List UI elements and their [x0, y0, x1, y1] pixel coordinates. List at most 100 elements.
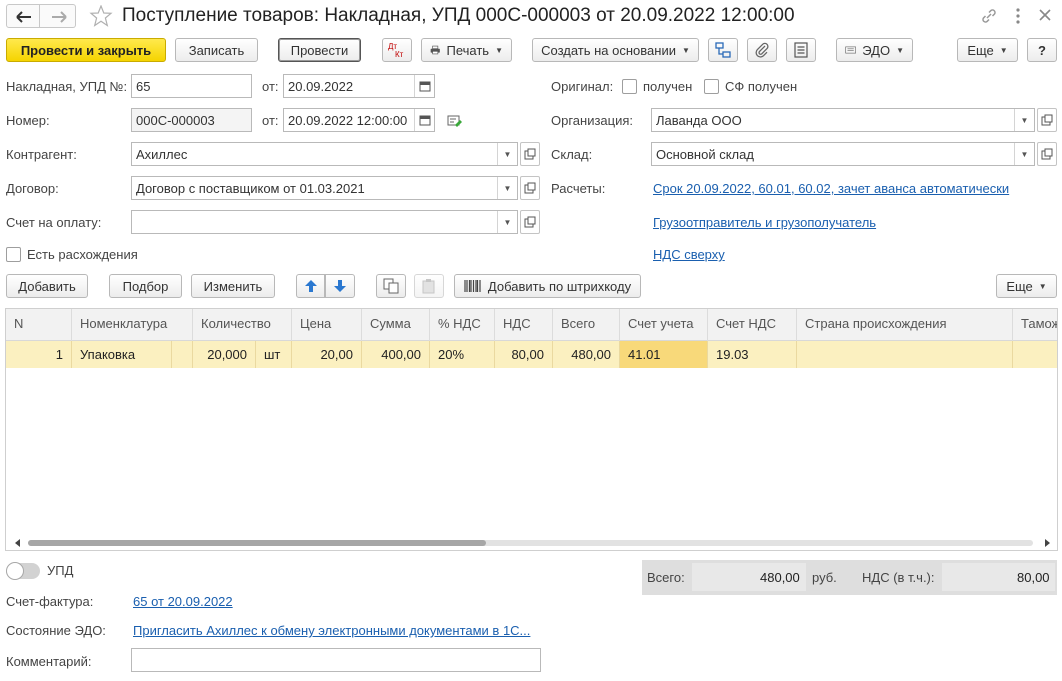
- warehouse-field[interactable]: Основной склад ▼: [651, 142, 1035, 166]
- organization-field[interactable]: Лаванда ООО ▼: [651, 108, 1035, 132]
- shipper-consignee-link[interactable]: Грузоотправитель и грузополучатель: [653, 215, 876, 230]
- edo-button[interactable]: ЭДО ▼: [836, 38, 913, 62]
- table-row[interactable]: 1 Упаковка 20,000 шт 20,00 400,00 20% 80…: [6, 341, 1057, 368]
- calendar-button[interactable]: [414, 75, 434, 97]
- paste-button[interactable]: [414, 274, 444, 298]
- counterparty-dropdown[interactable]: ▼: [497, 143, 517, 165]
- add-by-barcode-button[interactable]: Добавить по штрихкоду: [454, 274, 641, 298]
- cell-item[interactable]: Упаковка: [72, 341, 172, 368]
- cell-vat-account[interactable]: 19.03: [708, 341, 797, 368]
- cell-qty[interactable]: 20,000: [193, 341, 256, 368]
- move-down-button[interactable]: [325, 274, 355, 298]
- totals-panel: Всего: 480,00 руб. НДС (в т.ч.): 80,00: [642, 560, 1057, 595]
- add-row-button[interactable]: Добавить: [6, 274, 88, 298]
- col-header-qty[interactable]: Количество: [193, 309, 292, 341]
- comment-label: Комментарий:: [6, 654, 92, 669]
- post-and-close-button[interactable]: Провести и закрыть: [6, 38, 166, 62]
- cell-item-extra[interactable]: [172, 341, 193, 368]
- discrepancy-checkbox[interactable]: [6, 247, 21, 262]
- contract-dropdown[interactable]: ▼: [497, 177, 517, 199]
- cell-price[interactable]: 20,00: [292, 341, 362, 368]
- payment-invoice-field[interactable]: ▼: [131, 210, 518, 234]
- invoice-no-field[interactable]: 65: [131, 74, 252, 98]
- original-received-checkbox[interactable]: [622, 79, 637, 94]
- scroll-right-icon[interactable]: [1043, 539, 1051, 547]
- counterparty-open-button[interactable]: [520, 142, 540, 166]
- settlements-label: Расчеты:: [551, 181, 606, 196]
- dt-kt-button[interactable]: Дт Кт: [382, 38, 412, 62]
- col-header-sum[interactable]: Сумма: [362, 309, 430, 341]
- col-header-vat-rate[interactable]: % НДС: [430, 309, 495, 341]
- sf-received-checkbox[interactable]: [704, 79, 719, 94]
- col-header-item[interactable]: Номенклатура: [72, 309, 193, 341]
- attach-button[interactable]: [747, 38, 777, 62]
- col-header-vat-account[interactable]: Счет НДС: [708, 309, 797, 341]
- edo-state-label: Состояние ЭДО:: [6, 623, 106, 638]
- cell-unit[interactable]: шт: [256, 341, 292, 368]
- cell-vat[interactable]: 80,00: [495, 341, 553, 368]
- payment-invoice-open-button[interactable]: [520, 210, 540, 234]
- counterparty-field[interactable]: Ахиллес ▼: [131, 142, 518, 166]
- number-field[interactable]: 000С-000003: [131, 108, 252, 132]
- cell-total[interactable]: 480,00: [553, 341, 620, 368]
- col-header-n[interactable]: N: [6, 309, 72, 341]
- calendar-button[interactable]: [414, 109, 434, 131]
- cell-customs[interactable]: [1013, 341, 1057, 368]
- invoice-link[interactable]: 65 от 20.09.2022: [133, 594, 233, 609]
- contract-open-button[interactable]: [520, 176, 540, 200]
- col-header-vat[interactable]: НДС: [495, 309, 553, 341]
- arrow-left-icon: [16, 11, 31, 23]
- copy-row-button[interactable]: [376, 274, 406, 298]
- vat-on-top-link[interactable]: НДС сверху: [653, 247, 725, 262]
- kebab-menu-icon[interactable]: [1010, 6, 1026, 26]
- print-button[interactable]: Печать ▼: [421, 38, 512, 62]
- clipboard-icon: [422, 279, 435, 294]
- col-header-price[interactable]: Цена: [292, 309, 362, 341]
- organization-dropdown[interactable]: ▼: [1014, 109, 1034, 131]
- table-more-button[interactable]: Еще ▼: [996, 274, 1057, 298]
- comment-field[interactable]: [131, 648, 541, 672]
- report-button[interactable]: [786, 38, 816, 62]
- cell-country[interactable]: [797, 341, 1013, 368]
- payment-invoice-dropdown[interactable]: ▼: [497, 211, 517, 233]
- cell-sum[interactable]: 400,00: [362, 341, 430, 368]
- scrollbar-thumb[interactable]: [28, 540, 486, 546]
- save-button[interactable]: Записать: [175, 38, 258, 62]
- create-based-on-button[interactable]: Создать на основании ▼: [532, 38, 699, 62]
- favorite-star-icon[interactable]: [89, 5, 113, 27]
- col-header-customs[interactable]: Тамож: [1013, 309, 1057, 341]
- more-button[interactable]: Еще ▼: [957, 38, 1018, 62]
- contract-field[interactable]: Договор с поставщиком от 01.03.2021 ▼: [131, 176, 518, 200]
- help-button[interactable]: ?: [1027, 38, 1057, 62]
- forward-button[interactable]: [40, 4, 76, 28]
- col-header-account[interactable]: Счет учета: [620, 309, 708, 341]
- post-button[interactable]: Провести: [278, 38, 361, 62]
- col-header-country[interactable]: Страна происхождения: [797, 309, 1013, 341]
- warehouse-open-button[interactable]: [1037, 142, 1057, 166]
- cell-n[interactable]: 1: [6, 341, 72, 368]
- cell-account[interactable]: 41.01: [620, 341, 708, 368]
- total-value: 480,00: [760, 570, 800, 585]
- cell-vat-rate[interactable]: 20%: [430, 341, 495, 368]
- scroll-left-icon[interactable]: [14, 539, 22, 547]
- link-icon[interactable]: [980, 7, 998, 25]
- organization-open-button[interactable]: [1037, 108, 1057, 132]
- number-date-field[interactable]: 20.09.2022 12:00:00: [283, 108, 435, 132]
- upd-toggle[interactable]: [6, 562, 40, 580]
- open-form-icon: [1041, 148, 1053, 160]
- horizontal-scrollbar[interactable]: [6, 537, 1057, 549]
- settlements-link[interactable]: Срок 20.09.2022, 60.01, 60.02, зачет ава…: [653, 181, 1009, 196]
- warehouse-dropdown[interactable]: ▼: [1014, 143, 1034, 165]
- edo-invite-link[interactable]: Пригласить Ахиллес к обмену электронными…: [133, 623, 530, 638]
- pick-button[interactable]: Подбор: [109, 274, 182, 298]
- edit-history-icon[interactable]: [447, 114, 463, 128]
- close-icon[interactable]: [1038, 8, 1052, 22]
- back-button[interactable]: [6, 4, 40, 28]
- move-up-button[interactable]: [296, 274, 325, 298]
- calendar-icon: [419, 81, 430, 92]
- col-header-total[interactable]: Всего: [553, 309, 620, 341]
- structure-button[interactable]: [708, 38, 738, 62]
- invoice-date-field[interactable]: 20.09.2022: [283, 74, 435, 98]
- organization-label: Организация:: [551, 113, 634, 128]
- change-button[interactable]: Изменить: [191, 274, 275, 298]
